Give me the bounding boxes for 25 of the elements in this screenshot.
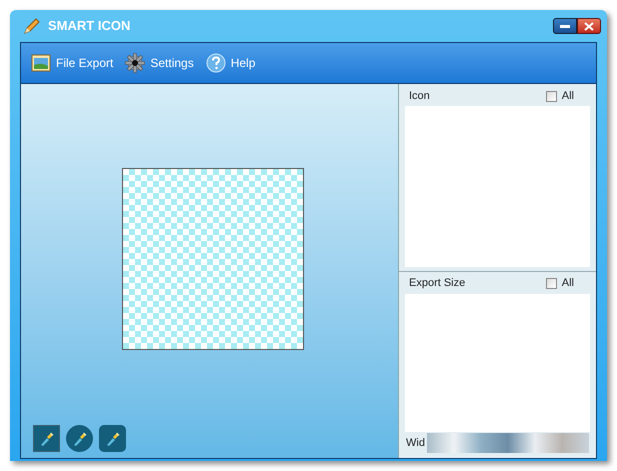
toolbar-button[interactable]: Help [206,53,256,73]
window-title: SMART ICON [48,17,130,36]
close-button[interactable] [577,18,601,34]
toolbar-button[interactable]: File Export [31,54,114,72]
panel-title: Icon [409,88,430,104]
checkbox[interactable] [546,90,557,102]
brush-icon [104,430,120,446]
close-icon [584,22,594,30]
panel-title: Export Size [409,276,466,292]
pencil-icon [22,16,42,36]
brush-icon [38,430,54,446]
checkbox-label: All [562,276,574,292]
shape-button[interactable] [33,425,60,452]
toolbar-button[interactable]: Settings [125,53,194,73]
gear-icon [125,53,146,73]
help-icon [206,53,226,73]
shape-button[interactable] [99,425,126,452]
shape-button[interactable] [66,425,93,452]
brush-icon [72,430,88,446]
minimize-icon [560,24,570,28]
checkbox[interactable] [546,278,557,289]
minimize-button[interactable] [553,18,577,34]
checkbox-label: All [562,88,574,104]
landscape-picture-icon [31,54,51,72]
field-label: Wid [406,436,425,451]
